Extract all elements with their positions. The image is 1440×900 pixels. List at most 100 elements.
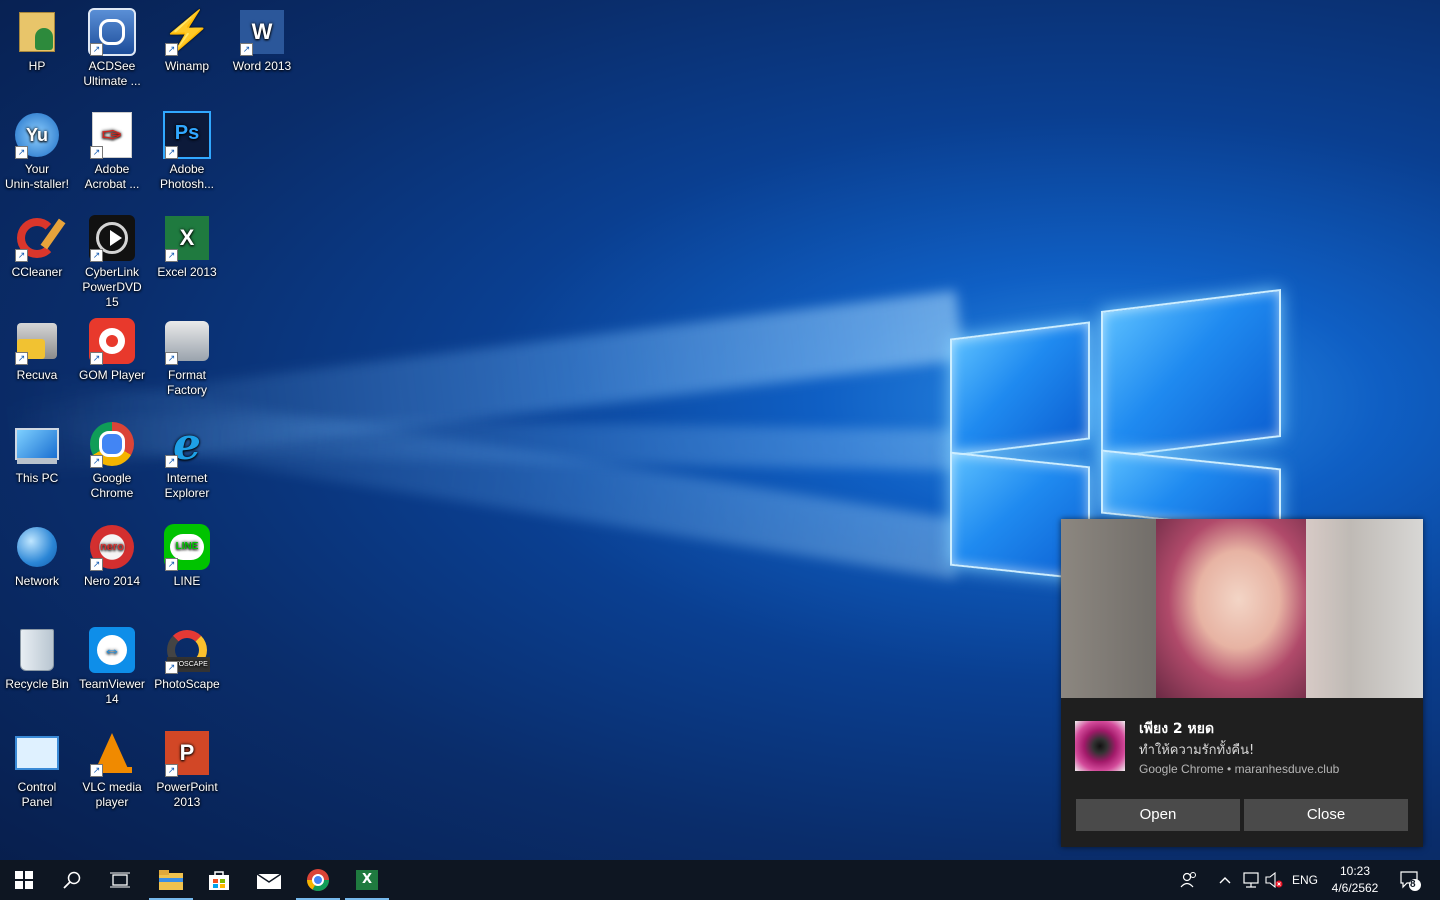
start-button[interactable]	[0, 860, 48, 900]
acrobat-icon: ✑ ↗	[88, 111, 136, 159]
network-globe-icon	[13, 523, 61, 571]
recycle-bin-icon	[13, 626, 61, 674]
icon-label: Recycle Bin	[5, 677, 69, 691]
desktop-icon-ccleaner[interactable]: ↗ CCleaner	[0, 214, 74, 280]
taskbar: X ENG 10:23 4/6/2562 8	[0, 860, 1440, 900]
desktop-icon-acdsee[interactable]: ↗ ACDSee Ultimate ...	[75, 8, 149, 89]
icon-label: This PC	[15, 471, 59, 485]
task-view-icon	[110, 872, 130, 888]
desktop-icon-winamp[interactable]: ⚡ ↗ Winamp	[150, 8, 224, 74]
desktop-icon-word[interactable]: W ↗ Word 2013	[225, 8, 299, 74]
desktop-icon-adobe-photoshop[interactable]: Ps ↗ Adobe Photosh...	[150, 111, 224, 192]
computer-icon	[13, 420, 61, 468]
search-button[interactable]	[48, 860, 96, 900]
open-button[interactable]: Open	[1076, 799, 1240, 831]
notification-message: ทำให้ความรักทั้งคืน!	[1139, 743, 1255, 758]
taskbar-mail[interactable]	[245, 860, 293, 900]
desktop-icon-internet-explorer[interactable]: e ↗ Internet Explorer	[150, 420, 224, 501]
notification-app-icon	[1075, 721, 1125, 771]
close-button[interactable]: Close	[1244, 799, 1408, 831]
ccleaner-icon: ↗	[13, 214, 66, 262]
icon-label: player	[95, 795, 129, 809]
icon-label: Your	[24, 162, 50, 176]
icon-label: Google	[92, 471, 132, 485]
desktop-icon-control-panel[interactable]: Control Panel	[0, 729, 74, 810]
taskbar-file-explorer[interactable]	[147, 860, 195, 900]
icon-label: ACDSee	[88, 59, 136, 73]
user-folder-icon	[13, 8, 61, 56]
icon-label: Nero 2014	[83, 574, 141, 588]
icon-label: CyberLink	[84, 265, 140, 279]
desktop-icon-hp[interactable]: HP	[0, 8, 74, 74]
icon-label: Explorer	[164, 486, 210, 500]
gom-player-icon: ↗	[88, 317, 136, 365]
notification-title: เพียง 2 หยด	[1139, 721, 1215, 737]
desktop-icon-recuva[interactable]: ↗ Recuva	[0, 317, 74, 383]
people-icon	[1180, 872, 1196, 888]
icon-label: GOM Player	[78, 368, 145, 382]
icon-label: Format	[167, 368, 206, 382]
desktop-icon-nero[interactable]: nero ↗ Nero 2014	[75, 523, 149, 589]
icon-label: TeamViewer	[79, 677, 145, 691]
icon-label: PowerDVD 15	[82, 280, 142, 309]
desktop-icon-recycle-bin[interactable]: Recycle Bin	[0, 626, 74, 692]
powerdvd-icon: ↗	[88, 214, 136, 262]
format-factory-icon: ↗	[163, 317, 211, 365]
control-panel-icon	[13, 729, 61, 777]
desktop-icon-adobe-acrobat[interactable]: ✑ ↗ Adobe Acrobat ...	[75, 111, 149, 192]
volume-tray-button[interactable]	[1262, 860, 1286, 900]
desktop-icon-excel[interactable]: X ↗ Excel 2013	[150, 214, 224, 280]
search-icon	[63, 871, 81, 889]
icon-label: Adobe	[169, 162, 205, 176]
desktop-icon-cyberlink-powerdvd[interactable]: ↗ CyberLink PowerDVD 15	[75, 214, 149, 310]
windows-logo-icon	[15, 871, 33, 889]
icon-label: Factory	[166, 383, 207, 397]
desktop-icon-this-pc[interactable]: This PC	[0, 420, 74, 486]
chevron-up-icon	[1219, 877, 1231, 884]
icon-label: Panel	[21, 795, 53, 809]
desktop-icon-network[interactable]: Network	[0, 523, 74, 589]
people-button[interactable]	[1174, 860, 1204, 900]
desktop-icon-your-uninstaller[interactable]: Yu ↗ Your Unin-staller!	[0, 111, 74, 192]
taskbar-store[interactable]	[195, 860, 243, 900]
acdsee-icon: ↗	[88, 8, 136, 56]
icon-label: 14	[105, 692, 119, 706]
word-icon: W ↗	[238, 8, 286, 56]
language-indicator[interactable]: ENG	[1288, 860, 1322, 900]
store-bag-icon	[209, 871, 229, 890]
desktop-icon-vlc[interactable]: ↗ VLC media player	[75, 729, 149, 810]
desktop-icon-powerpoint[interactable]: P ↗ PowerPoint 2013	[150, 729, 224, 810]
clock-time: 10:23	[1339, 864, 1371, 878]
desktop-icon-photoscape[interactable]: OTOSCAPE ↗ PhotoScape	[150, 626, 224, 692]
desktop-icon-teamviewer[interactable]: ⇔ TeamViewer 14	[75, 626, 149, 707]
icon-label: Internet	[166, 471, 208, 485]
icon-label: Adobe	[94, 162, 130, 176]
notification-body: เพียง 2 หยด ทำให้ความรักทั้งคืน! Google …	[1061, 698, 1423, 798]
internet-explorer-icon: e ↗	[163, 420, 211, 468]
clock[interactable]: 10:23 4/6/2562	[1326, 860, 1384, 900]
photoscape-icon: OTOSCAPE ↗	[163, 626, 211, 674]
network-tray-button[interactable]	[1238, 860, 1262, 900]
taskbar-chrome[interactable]	[294, 860, 342, 900]
folder-icon	[159, 870, 183, 890]
nero-icon: nero ↗	[88, 523, 136, 571]
chrome-notification-toast[interactable]: เพียง 2 หยด ทำให้ความรักทั้งคืน! Google …	[1061, 519, 1423, 847]
notification-count-badge: 8	[1410, 879, 1416, 890]
desktop-icon-gom-player[interactable]: ↗ GOM Player	[75, 317, 149, 383]
desktop-icon-google-chrome[interactable]: ↗ Google Chrome	[75, 420, 149, 501]
desktop-icon-format-factory[interactable]: ↗ Format Factory	[150, 317, 224, 398]
teamviewer-icon: ⇔	[88, 626, 136, 674]
icon-label: Ultimate ...	[83, 74, 141, 88]
show-hidden-icons-button[interactable]	[1214, 860, 1236, 900]
icon-label: Acrobat ...	[84, 177, 140, 191]
icon-label: Excel 2013	[157, 265, 217, 279]
desktop-icon-line[interactable]: LINE ↗ LINE	[150, 523, 224, 589]
notification-hero-image	[1061, 519, 1423, 698]
vlc-cone-icon: ↗	[88, 729, 136, 777]
icon-label: Network	[14, 574, 59, 588]
task-view-button[interactable]	[96, 860, 144, 900]
recuva-icon: ↗	[13, 317, 61, 365]
icon-label: Control	[17, 780, 57, 794]
taskbar-excel[interactable]: X	[343, 860, 391, 900]
action-center-button[interactable]: 8	[1390, 860, 1430, 900]
